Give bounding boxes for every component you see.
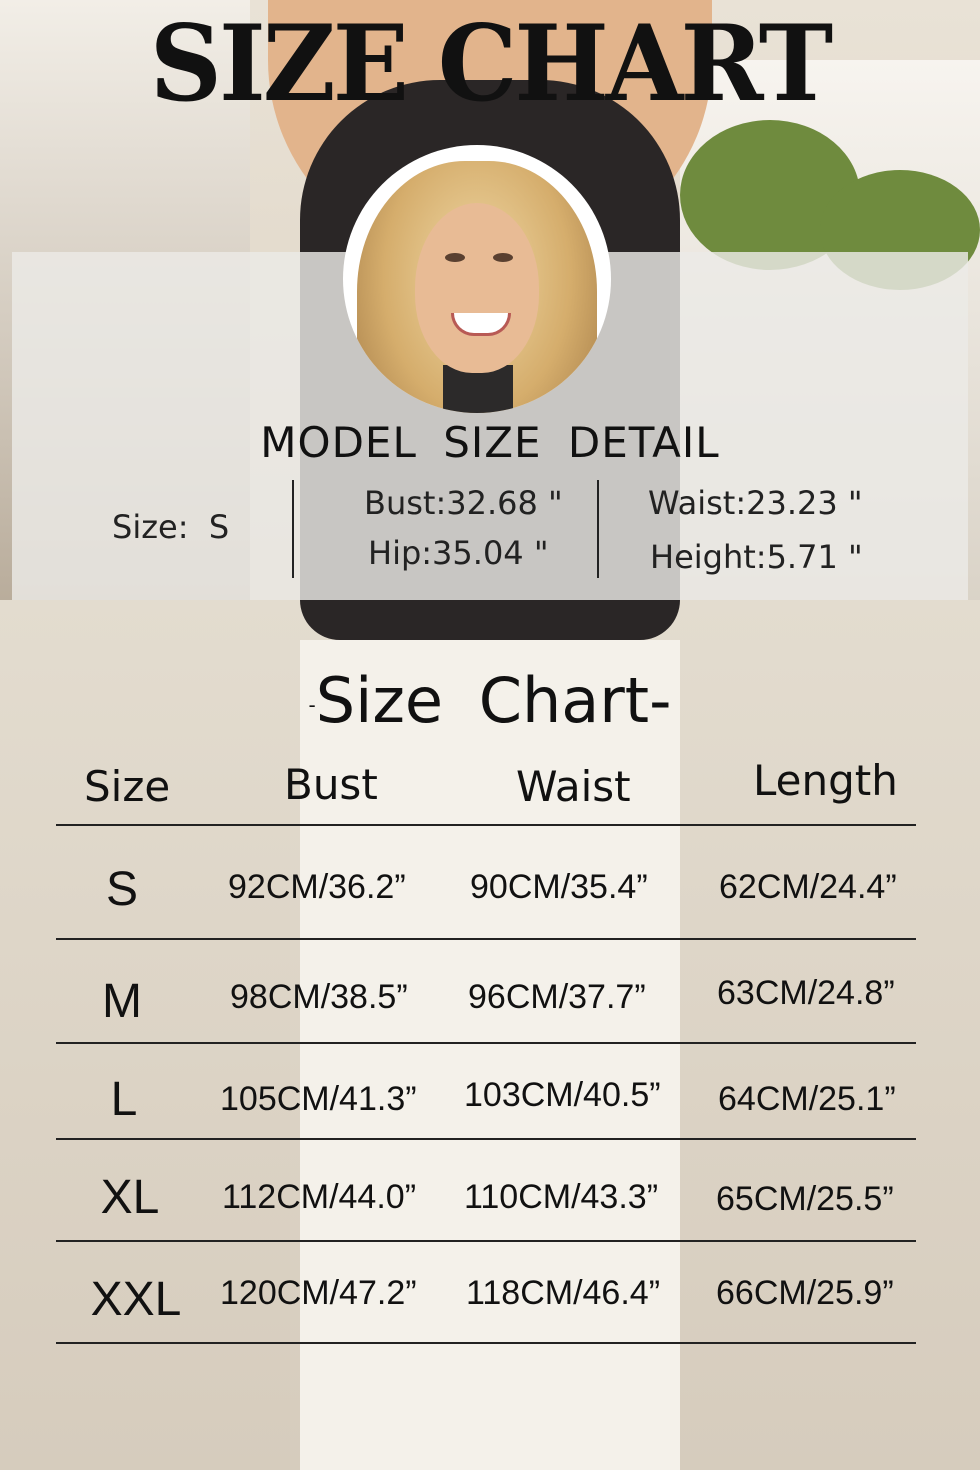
row-size-xl: XL bbox=[100, 1171, 160, 1224]
column-header-size: Size bbox=[84, 762, 171, 811]
model-waist: Waist:23.23 " bbox=[648, 484, 863, 522]
table-rule bbox=[56, 1138, 916, 1140]
cell-bust: 98CM/38.5” bbox=[230, 978, 408, 1016]
cell-length: 64CM/25.1” bbox=[718, 1080, 896, 1118]
cell-bust: 112CM/44.0” bbox=[222, 1178, 417, 1216]
model-height: Height:5.71 " bbox=[650, 538, 863, 576]
cell-length: 66CM/25.9” bbox=[716, 1274, 894, 1312]
cell-bust: 120CM/47.2” bbox=[220, 1274, 417, 1312]
cell-waist: 118CM/46.4” bbox=[466, 1274, 661, 1312]
model-bust: Bust:32.68 " bbox=[364, 484, 563, 522]
row-size-l: L bbox=[110, 1073, 138, 1126]
cell-bust: 92CM/36.2” bbox=[228, 868, 406, 906]
heading-prefix: - bbox=[308, 692, 316, 717]
model-hip: Hip:35.04 " bbox=[368, 534, 549, 572]
model-detail-heading: MODEL SIZE DETAIL bbox=[260, 418, 720, 467]
column-header-length: Length bbox=[753, 756, 898, 805]
column-header-waist: Waist bbox=[516, 762, 631, 811]
model-portrait bbox=[343, 145, 611, 413]
table-rule bbox=[56, 1240, 916, 1242]
cell-length: 62CM/24.4” bbox=[719, 868, 897, 906]
column-header-bust: Bust bbox=[284, 760, 378, 809]
model-size: Size: S bbox=[112, 508, 230, 546]
divider bbox=[597, 480, 599, 578]
cell-bust: 105CM/41.3” bbox=[220, 1080, 417, 1118]
cell-length: 65CM/25.5” bbox=[716, 1180, 894, 1218]
row-size-s: S bbox=[105, 863, 138, 916]
table-rule bbox=[56, 1042, 916, 1044]
table-rule bbox=[56, 1342, 916, 1344]
row-size-m: M bbox=[102, 975, 142, 1028]
row-size-xxl: XXL bbox=[90, 1273, 182, 1326]
cell-waist: 110CM/43.3” bbox=[464, 1178, 659, 1216]
cell-length: 63CM/24.8” bbox=[717, 974, 895, 1012]
size-chart-heading-text: Size Chart- bbox=[315, 664, 672, 737]
page-title: SIZE CHART bbox=[149, 1, 833, 125]
divider bbox=[292, 480, 294, 578]
size-chart-heading: -Size Chart- bbox=[0, 664, 980, 737]
table-rule bbox=[56, 938, 916, 940]
cell-waist: 103CM/40.5” bbox=[464, 1076, 661, 1114]
table-rule bbox=[56, 824, 916, 826]
cell-waist: 96CM/37.7” bbox=[468, 978, 646, 1016]
cell-waist: 90CM/35.4” bbox=[470, 868, 648, 906]
